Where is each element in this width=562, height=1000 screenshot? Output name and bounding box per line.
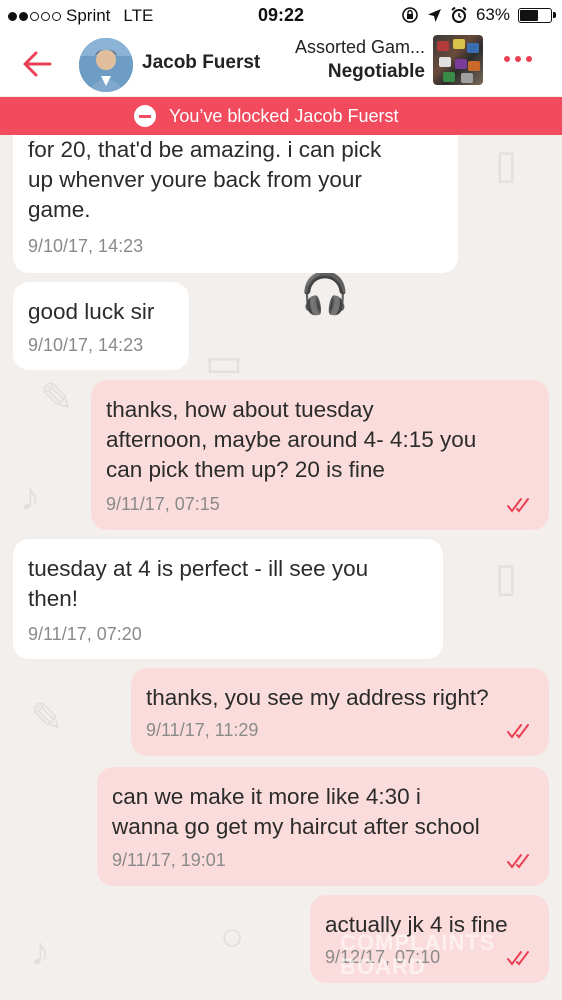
more-dots-icon [504, 56, 510, 62]
watermark-line: BOARD [340, 954, 426, 979]
alarm-icon [451, 6, 467, 23]
message-bubble-incoming[interactable]: good luck sir 9/10/17, 14:23 [13, 282, 189, 370]
message-text-line: up whenver youre back from your [28, 167, 362, 192]
listing-title[interactable]: Assorted Gam... [295, 37, 425, 58]
message-timestamp: 9/11/17, 07:15 [106, 494, 220, 514]
watermark-logo: COMPLAINTS BOARD [300, 930, 540, 990]
message-text-line: tuesday at 4 is perfect - ill see you [28, 556, 369, 581]
location-icon [427, 8, 441, 22]
message-timestamp: 9/11/17, 19:01 [112, 850, 226, 870]
read-receipt-icon [507, 854, 529, 869]
block-icon [134, 105, 156, 127]
message-text-line: game. [28, 197, 91, 222]
message-timestamp: 9/11/17, 11:29 [146, 720, 259, 740]
message-text-line: wanna go get my haircut after school [112, 814, 480, 839]
conversation-header: Jacob Fuerst Assorted Gam... Negotiable [0, 32, 562, 96]
rotation-lock-icon [402, 7, 418, 23]
message-bubble-incoming[interactable]: for 20, that'd be amazing. i can pick up… [13, 135, 458, 273]
message-list[interactable]: ▯ 🎧 ▭ ✎ ♪ ▯ ✎ ○ ♪ for 20, that'd be amaz… [0, 135, 562, 1000]
blocked-banner: You’ve blocked Jacob Fuerst [0, 97, 562, 135]
message-text-line: afternoon, maybe around 4- 4:15 you [106, 427, 477, 452]
listing-price: Negotiable [327, 61, 425, 82]
trumpet-doodle-icon: ♪ [30, 930, 50, 974]
message-bubble-outgoing[interactable]: thanks, you see my address right? 9/11/1… [131, 668, 549, 756]
contact-name[interactable]: Jacob Fuerst [142, 52, 260, 74]
message-text-line: good luck sir [28, 299, 155, 324]
message-text-line: can pick them up? 20 is fine [106, 457, 385, 482]
pencil-doodle-icon: ✎ [30, 696, 64, 740]
headphones-doodle-icon: 🎧 [300, 272, 350, 316]
message-text-line: for 20, that'd be amazing. i can pick [28, 137, 382, 162]
more-options-button[interactable] [504, 56, 532, 62]
message-text-line: can we make it more like 4:30 i [112, 784, 421, 809]
arrow-left-icon [23, 51, 52, 77]
pants-doodle-icon: ▯ [495, 143, 518, 187]
blocked-banner-text: You’ve blocked Jacob Fuerst [169, 106, 399, 126]
battery-icon [518, 7, 556, 23]
message-bubble-incoming[interactable]: tuesday at 4 is perfect - ill see you th… [13, 539, 443, 659]
message-bubble-outgoing[interactable]: can we make it more like 4:30 i wanna go… [97, 767, 549, 886]
status-icons: 63% [401, 5, 556, 25]
message-timestamp: 9/10/17, 14:23 [28, 236, 144, 256]
avatar[interactable] [79, 38, 133, 92]
status-bar: Sprint LTE 09:22 63% [0, 0, 562, 32]
pencil-doodle-icon: ✎ [40, 376, 74, 420]
pants-doodle-icon: ▯ [495, 556, 518, 600]
ball-doodle-icon: ○ [220, 915, 245, 959]
watermark-line: COMPLAINTS [340, 930, 496, 955]
read-receipt-icon [507, 498, 529, 513]
read-receipt-icon [507, 724, 529, 739]
message-bubble-outgoing[interactable]: thanks, how about tuesday afternoon, may… [91, 380, 549, 530]
message-text-line: thanks, you see my address right? [146, 685, 489, 710]
message-timestamp: 9/10/17, 14:23 [28, 335, 144, 355]
back-button[interactable] [20, 44, 60, 84]
message-timestamp: 9/11/17, 07:20 [28, 624, 142, 644]
battery-percent: 63% [475, 5, 510, 24]
listing-thumbnail[interactable] [433, 35, 483, 85]
message-text-line: thanks, how about tuesday [106, 397, 374, 422]
message-text-line: then! [28, 586, 79, 611]
trumpet-doodle-icon: ♪ [20, 475, 40, 519]
